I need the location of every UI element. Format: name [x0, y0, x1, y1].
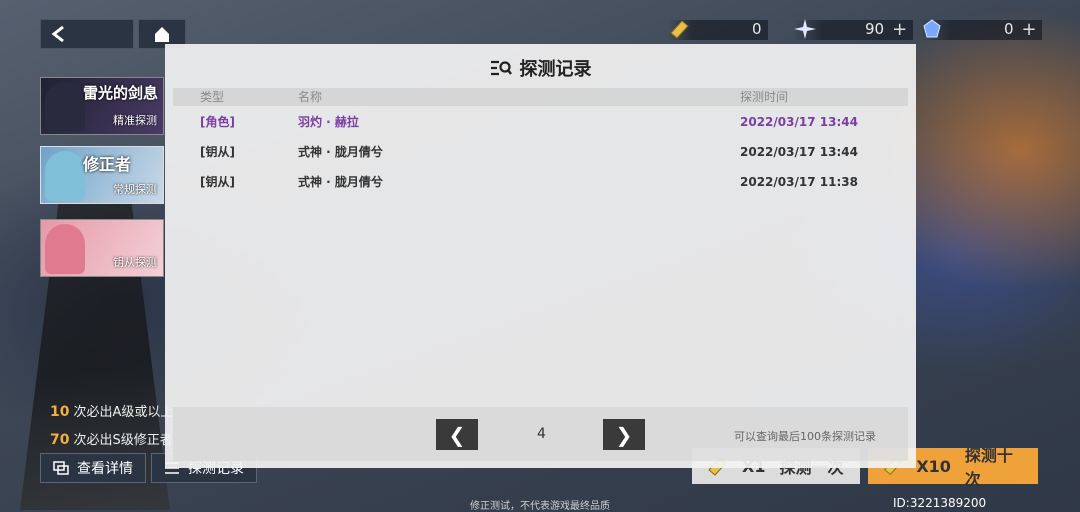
modal-header: 探测记录: [165, 56, 916, 80]
table-row: [角色] 羽灼 · 赫拉 2022/03/17 13:44: [173, 107, 908, 137]
banner-key-servant[interactable]: 钥从探测: [40, 219, 164, 277]
row-type: [角色]: [200, 115, 235, 129]
chevron-right-icon: ❯: [615, 422, 633, 447]
pagination-bar: ❮ 4 ❯ 可以查询最后100条探测记录: [173, 407, 908, 461]
banner-title: 修正者: [83, 155, 132, 174]
resource-ticket: 0: [668, 18, 768, 40]
banner-character-art: [45, 82, 85, 132]
disclaimer-text: 修正测试，不代表游戏最终品质: [470, 501, 610, 512]
row-type: [钥从]: [200, 145, 235, 159]
resource-crystal-plus-button[interactable]: +: [1022, 19, 1037, 40]
resource-crystal: 0 +: [920, 18, 1042, 40]
banner-character-art: [45, 151, 85, 201]
header-time: 探测时间: [740, 90, 789, 104]
guarantee-count: 70: [50, 432, 70, 448]
draw-ten-count: X10: [916, 456, 951, 476]
table-row: [钥从] 式神 · 胧月倩兮 2022/03/17 11:38: [173, 167, 908, 197]
draw-records-modal: 探测记录 类型 名称 探测时间 [角色] 羽灼 · 赫拉 2022/03/17 …: [165, 44, 916, 468]
guarantee-count: 10: [50, 404, 70, 420]
prev-page-button[interactable]: ❮: [436, 419, 478, 450]
resource-crystal-value: 0: [1004, 20, 1014, 38]
resource-shard: 90 +: [793, 18, 913, 40]
row-type: [钥从]: [200, 175, 235, 189]
ticket-icon: [670, 20, 689, 39]
guarantee-text: 次必出A级或以上: [73, 405, 174, 420]
row-name: 式神 · 胧月倩兮: [298, 175, 383, 189]
view-details-button[interactable]: 查看详情: [40, 453, 146, 483]
modal-title: 探测记录: [519, 59, 592, 80]
table-row: [钥从] 式神 · 胧月倩兮 2022/03/17 13:44: [173, 137, 908, 167]
resource-ticket-value: 0: [752, 20, 762, 38]
header-type: 类型: [200, 90, 225, 104]
next-page-button[interactable]: ❯: [603, 419, 645, 450]
page-number: 4: [537, 426, 546, 442]
row-time: 2022/03/17 13:44: [740, 115, 858, 129]
banner-thunder-blade[interactable]: 雷光的剑息 精准探测: [40, 77, 164, 135]
header-name: 名称: [298, 90, 323, 104]
resource-shard-value: 90: [865, 20, 885, 38]
banner-subtitle: 钥从探测: [113, 256, 157, 269]
banner-title: 雷光的剑息: [83, 84, 159, 102]
draw-ten-label: 探测十次: [964, 446, 1013, 489]
row-name: 式神 · 胧月倩兮: [298, 145, 383, 159]
banner-subtitle: 精准探测: [113, 114, 157, 127]
chevron-left-icon: ❮: [448, 422, 466, 447]
banner-character-art: [45, 224, 85, 274]
crystal-shard-icon: [794, 19, 816, 39]
details-icon: [53, 461, 69, 475]
view-details-label: 查看详情: [77, 461, 133, 477]
home-icon: [155, 27, 169, 42]
back-arrow-icon: [51, 26, 64, 42]
banner-modifier[interactable]: 修正者 常规探测: [40, 146, 164, 204]
guarantee-a-rank: 10 次必出A级或以上: [50, 401, 173, 420]
back-button[interactable]: [40, 19, 134, 49]
guarantee-s-rank: 70 次必出S级修正者: [50, 429, 173, 448]
blue-crystal-icon: [923, 19, 941, 38]
banner-subtitle: 常规探测: [113, 183, 157, 196]
records-limit-note: 可以查询最后100条探测记录: [734, 430, 876, 443]
row-time: 2022/03/17 13:44: [740, 145, 858, 159]
records-table-header: 类型 名称 探测时间: [173, 88, 908, 106]
row-name: 羽灼 · 赫拉: [298, 115, 359, 129]
search-list-icon: [490, 60, 512, 76]
guarantee-text: 次必出S级修正者: [73, 433, 173, 448]
row-time: 2022/03/17 11:38: [740, 175, 858, 189]
resource-shard-plus-button[interactable]: +: [892, 19, 907, 40]
